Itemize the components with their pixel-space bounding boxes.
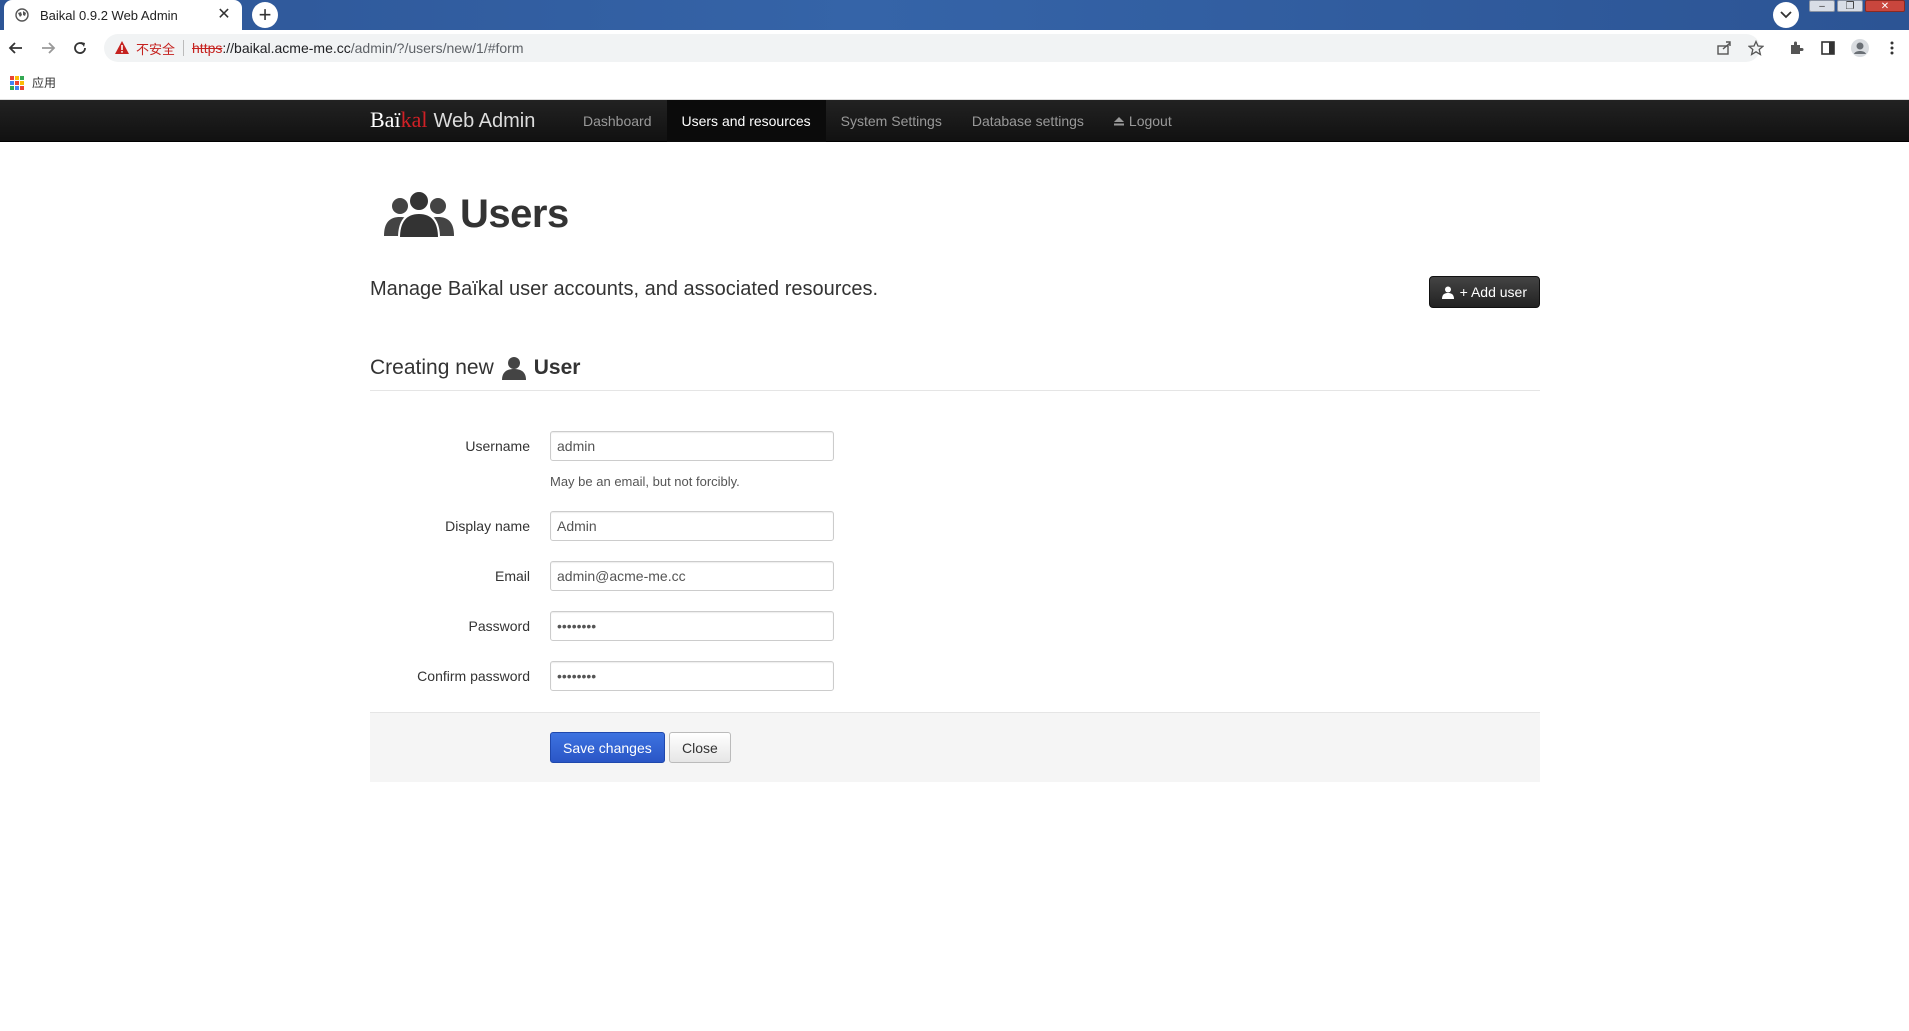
side-panel-icon[interactable] [1818,38,1838,58]
user-icon [501,357,526,380]
form-legend: Creating new User [370,356,580,380]
confirm-password-label: Confirm password [417,668,530,684]
new-tab-button[interactable]: + [252,2,278,28]
omnibox-separator [183,40,185,56]
legend-prefix: Creating new [370,356,494,379]
bookmarks-bar: 应用 [0,66,1909,100]
email-label: Email [494,568,530,584]
back-arrow-icon[interactable] [6,38,26,58]
confirm-password-input[interactable] [550,661,834,691]
star-icon[interactable] [1746,38,1766,58]
form-row-confirm-password: Confirm password [370,661,1540,691]
form-row-username: Username [370,431,1540,461]
username-help: May be an email, but not forcibly. [550,474,740,489]
url-path: /admin/?/users/new/1/#form [350,40,524,56]
form-actions: Save changes Close [370,712,1540,782]
reload-icon[interactable] [70,38,90,58]
globe-icon [14,7,30,23]
header-divider [370,328,1540,329]
password-input[interactable] [550,611,834,641]
nav-database-settings[interactable]: Database settings [957,100,1099,142]
nav-system-settings[interactable]: System Settings [826,100,957,142]
url-scheme: https [192,40,223,56]
form-row-password: Password [370,611,1540,641]
users-group-icon [384,190,454,238]
legend-divider [370,390,1540,391]
username-label: Username [465,438,530,454]
page-title: Users [460,191,569,236]
minimize-icon[interactable]: – [1809,0,1835,12]
close-window-icon[interactable]: ✕ [1865,0,1905,12]
form-row-display-name: Display name [370,511,1540,541]
apps-label: 应用 [32,76,57,90]
apps-grid-icon [10,75,24,90]
display-name-label: Display name [445,518,530,534]
warning-icon [115,41,129,54]
top-navbar: Baïkal Web Admin Dashboard Users and reso… [0,100,1909,142]
profile-avatar-icon[interactable] [1850,38,1870,58]
browser-tab[interactable]: Baikal 0.9.2 Web Admin ✕ [4,0,242,30]
chevron-down-icon [1780,11,1792,19]
browser-tabstrip: Baikal 0.9.2 Web Admin ✕ + – ❐ ✕ [0,0,1909,30]
address-bar[interactable]: 不安全 https://baikal.acme-me.cc/admin/?/us… [104,34,1760,62]
nav-logout[interactable]: Logout [1099,100,1187,142]
nav-users-and-resources[interactable]: Users and resources [666,100,826,142]
brand-part-2: kal [400,107,428,132]
username-input[interactable] [550,431,834,461]
save-changes-button[interactable]: Save changes [550,732,665,763]
brand-part-3: Web Admin [433,110,536,132]
menu-kebab-icon[interactable] [1882,38,1902,58]
add-user-label: + Add user [1459,284,1527,300]
email-input[interactable] [550,561,834,591]
tab-search-button[interactable] [1773,2,1799,28]
add-user-button[interactable]: + Add user [1428,276,1540,308]
url-text[interactable]: https://baikal.acme-me.cc/admin/?/users/… [192,40,523,56]
nav-links: Dashboard Users and resources System Set… [568,100,1187,142]
url-host: ://baikal.acme-me.cc [222,40,351,56]
close-button[interactable]: Close [669,732,731,763]
forward-arrow-icon[interactable] [38,38,58,58]
share-icon[interactable] [1714,38,1734,58]
page-lead: Manage Baïkal user accounts, and associa… [370,278,879,300]
tab-close-icon[interactable]: ✕ [216,7,232,23]
form-row-email: Email [370,561,1540,591]
tab-title: Baikal 0.9.2 Web Admin [40,7,178,23]
user-icon [1441,286,1454,299]
page-header: Users [384,190,569,238]
eject-icon [1113,116,1124,125]
brand-logo[interactable]: Baïkal Web Admin [370,107,535,133]
insecure-label[interactable]: 不安全 [136,39,175,58]
restore-icon[interactable]: ❐ [1837,0,1863,12]
nav-logout-label: Logout [1128,113,1172,129]
password-label: Password [468,618,530,634]
brand-part-1: Baï [370,107,401,132]
window-controls: – ❐ ✕ [1809,0,1905,12]
nav-dashboard[interactable]: Dashboard [568,100,667,142]
apps-shortcut[interactable]: 应用 [10,74,56,91]
extensions-puzzle-icon[interactable] [1786,38,1806,58]
legend-entity: User [533,356,581,379]
display-name-input[interactable] [550,511,834,541]
